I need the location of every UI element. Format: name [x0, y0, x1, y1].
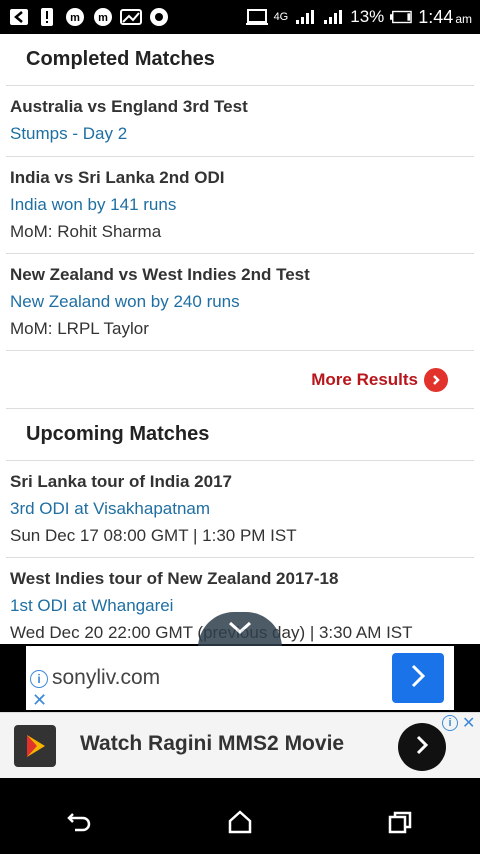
screen-cast-icon [245, 7, 268, 27]
ad-close-icon[interactable]: ✕ [462, 713, 475, 733]
match-title: Sri Lanka tour of India 2017 [10, 472, 233, 491]
battery-percent: 13% [350, 7, 385, 26]
man-of-match: MoM: Rohit Sharma [10, 222, 162, 241]
ad-open-button[interactable] [392, 653, 444, 703]
nav-home-button[interactable] [210, 797, 270, 847]
signal-icon [294, 7, 316, 27]
signal-icon-2 [322, 7, 344, 27]
completed-matches-heading: Completed Matches [6, 34, 474, 86]
home-icon [228, 810, 252, 834]
svg-text:m: m [98, 12, 108, 24]
upcoming-match-1[interactable]: Sri Lanka tour of India 2017 3rd ODI at … [6, 461, 474, 558]
chevron-right-icon [414, 735, 430, 760]
match-title: West Indies tour of New Zealand 2017-18 [10, 569, 339, 588]
ad-domain: sonyliv.com [52, 666, 161, 689]
ad-info-icon[interactable]: i [30, 670, 48, 688]
chevron-right-circle-icon [424, 367, 448, 392]
app-m-notification-icon-2: m [92, 7, 114, 27]
match-time: Sun Dec 17 08:00 GMT | 1:30 PM IST [10, 526, 297, 545]
alert-notification-icon [36, 7, 58, 27]
ad-banner-sonyliv[interactable]: i sonyliv.com ✕ [26, 646, 454, 710]
back-icon [67, 813, 91, 832]
navigation-bar [0, 790, 480, 854]
play-logo-icon [14, 725, 56, 767]
ad-go-button[interactable] [398, 723, 446, 771]
app-m-notification-icon: m [64, 7, 86, 27]
status-bar: m m 4G 13% 1:44 am [0, 0, 480, 34]
completed-match-2[interactable]: India vs Sri Lanka 2nd ODI India won by … [6, 157, 474, 254]
chevron-right-icon [407, 663, 429, 694]
match-status[interactable]: New Zealand won by 240 runs [10, 288, 470, 316]
more-results-label: More Results [311, 369, 418, 389]
battery-icon [390, 7, 413, 27]
scores-content: Completed Matches Australia vs England 3… [0, 34, 480, 644]
ad-banner-movie[interactable]: Watch Ragini MMS2 Movie i ✕ [0, 712, 480, 778]
match-title: India vs Sri Lanka 2nd ODI [10, 168, 225, 187]
match-status[interactable]: 3rd ODI at Visakhapatnam [10, 495, 470, 523]
match-status[interactable]: Stumps - Day 2 [10, 120, 470, 148]
ad-close-icon[interactable]: ✕ [32, 690, 47, 711]
upcoming-matches-heading: Upcoming Matches [6, 409, 474, 461]
image-notification-icon [120, 7, 142, 27]
completed-match-1[interactable]: Australia vs England 3rd Test Stumps - D… [6, 86, 474, 157]
network-type: 4G [273, 11, 289, 23]
recents-icon [388, 811, 412, 834]
match-status[interactable]: India won by 141 runs [10, 191, 470, 219]
man-of-match: MoM: LRPL Taylor [10, 319, 149, 338]
more-results-link[interactable]: More Results [6, 351, 474, 409]
clock-ampm: am [455, 11, 472, 26]
settings-notification-icon [148, 7, 170, 27]
match-title: Australia vs England 3rd Test [10, 97, 248, 116]
nav-back-button[interactable] [50, 797, 110, 847]
back-arrow-notification-icon [8, 7, 30, 27]
match-title: New Zealand vs West Indies 2nd Test [10, 265, 310, 284]
clock-time: 1:44 [418, 6, 454, 27]
ad-info-icon[interactable]: i [442, 715, 458, 731]
svg-text:m: m [70, 12, 80, 24]
completed-match-3[interactable]: New Zealand vs West Indies 2nd Test New … [6, 254, 474, 351]
nav-recents-button[interactable] [370, 797, 430, 847]
chevron-down-icon [227, 620, 253, 641]
ad-headline: Watch Ragini MMS2 Movie [80, 732, 345, 755]
